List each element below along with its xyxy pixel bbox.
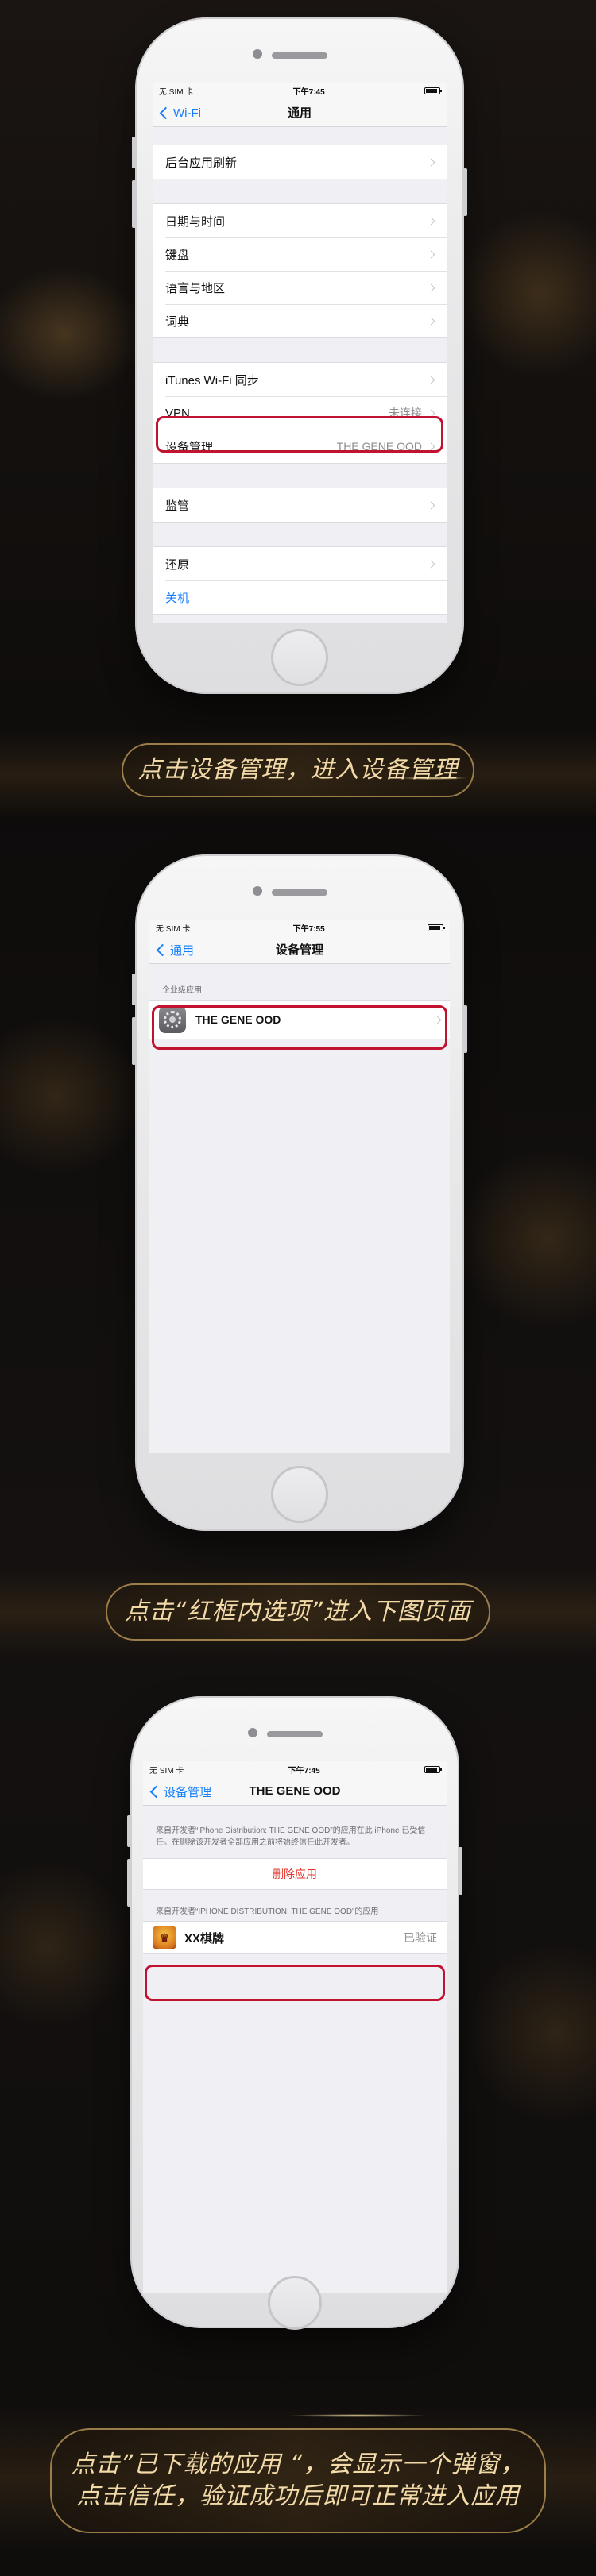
- camera-icon: [248, 1728, 257, 1737]
- status-bar: 无 SIM 卡 下午7:45: [153, 83, 447, 98]
- status-time: 下午7:45: [288, 1766, 320, 1776]
- back-label: 通用: [170, 943, 195, 958]
- speaker: [267, 1731, 323, 1737]
- row-language-region[interactable]: 语言与地区: [153, 271, 447, 304]
- status-bar: 无 SIM 卡 下午7:55: [149, 920, 450, 935]
- screen: 无 SIM 卡 下午7:45 Wi-Fi 通用 后台应用刷新 日期与时间 键盘 …: [153, 83, 447, 623]
- trust-description: 来自开发者“iPhone Distribution: THE GENE OOD”…: [156, 1826, 426, 1847]
- home-button[interactable]: [268, 2276, 322, 2330]
- row-label: iTunes Wi-Fi 同步: [165, 373, 259, 388]
- delete-app-button[interactable]: 删除应用: [143, 1858, 447, 1890]
- highlight-box: [156, 416, 443, 453]
- row-label: 后台应用刷新: [165, 156, 238, 170]
- back-button[interactable]: Wi-Fi: [159, 98, 201, 127]
- battery-icon: [424, 1765, 442, 1773]
- page-title: 设备管理: [275, 943, 323, 957]
- row-supervision[interactable]: 监管: [153, 488, 447, 522]
- caption-text-line-2: 点击信任，验证成功后即可正常进入应用: [76, 2482, 520, 2510]
- row-label: 监管: [165, 499, 190, 513]
- row-label: 日期与时间: [165, 214, 226, 229]
- highlight-box: [152, 1005, 447, 1050]
- phone-frame: 无 SIM 卡 下午7:45 设备管理 THE GENE OOD 来自开发者“i…: [127, 1696, 462, 2330]
- carrier-text: 无 SIM 卡: [156, 924, 191, 934]
- game-app-icon: ♛: [153, 1926, 176, 1949]
- home-button[interactable]: [271, 629, 328, 686]
- chevron-left-icon: [149, 1785, 163, 1798]
- screen: 无 SIM 卡 下午7:45 设备管理 THE GENE OOD 来自开发者“i…: [143, 1761, 447, 2293]
- apps-section-header: 来自开发者“IPHONE DISTRIBUTION: THE GENE OOD”…: [156, 1907, 379, 1916]
- battery-icon: [427, 924, 445, 931]
- speaker: [272, 52, 327, 59]
- row-reset[interactable]: 还原: [153, 547, 447, 580]
- row-background-app-refresh[interactable]: 后台应用刷新: [153, 145, 447, 179]
- chevron-right-icon: [427, 317, 435, 325]
- row-label: 还原: [165, 557, 190, 572]
- developer-app-row[interactable]: ♛ XX棋牌 已验证: [143, 1922, 447, 1953]
- status-bar: 无 SIM 卡 下午7:45: [143, 1761, 447, 1777]
- caption-text-line-1: 点击”已下载的应用 “，会显示一个弹窗，: [71, 2451, 525, 2478]
- back-label: Wi-Fi: [173, 106, 201, 120]
- chevron-right-icon: [427, 158, 435, 166]
- caption-text: 点击设备管理，进入设备管理: [137, 756, 459, 784]
- chevron-left-icon: [156, 943, 169, 956]
- chevron-right-icon: [427, 560, 435, 568]
- back-button[interactable]: 设备管理: [149, 1777, 211, 1806]
- chevron-right-icon: [427, 217, 435, 225]
- verified-status: 已验证: [404, 1931, 437, 1944]
- page-title: THE GENE OOD: [249, 1784, 341, 1798]
- row-label: 键盘: [165, 248, 190, 262]
- status-time: 下午7:45: [292, 87, 325, 97]
- section-header: 企业级应用: [162, 986, 202, 995]
- chevron-right-icon: [427, 376, 435, 384]
- caption-step-1: 点击设备管理，进入设备管理: [122, 743, 474, 797]
- highlight-box: [145, 1965, 445, 2001]
- caption-step-3: 点击”已下载的应用 “，会显示一个弹窗， 点击信任，验证成功后即可正常进入应用: [50, 2428, 546, 2533]
- home-button[interactable]: [271, 1466, 328, 1523]
- phone-frame: 无 SIM 卡 下午7:55 通用 设备管理 企业级应用 THE GENE OO…: [132, 854, 467, 1531]
- battery-icon: [424, 87, 442, 94]
- screen: 无 SIM 卡 下午7:55 通用 设备管理 企业级应用 THE GENE OO…: [149, 920, 450, 1453]
- back-button[interactable]: 通用: [156, 935, 194, 964]
- camera-icon: [253, 886, 262, 896]
- caption-text: 点击“红框内选项”进入下图页面: [124, 1598, 472, 1625]
- chevron-left-icon: [159, 106, 172, 119]
- row-label: 语言与地区: [165, 281, 226, 295]
- chevron-right-icon: [427, 501, 435, 509]
- row-dictionary[interactable]: 词典: [153, 304, 447, 337]
- app-name: XX棋牌: [184, 1931, 225, 1945]
- nav-bar: 通用 设备管理: [149, 935, 450, 964]
- row-itunes-sync[interactable]: iTunes Wi-Fi 同步: [153, 363, 447, 396]
- row-keyboard[interactable]: 键盘: [153, 237, 447, 271]
- row-label: 词典: [165, 314, 190, 329]
- page-title: 通用: [287, 106, 312, 120]
- back-label: 设备管理: [164, 1785, 212, 1799]
- phone-frame: 无 SIM 卡 下午7:45 Wi-Fi 通用 后台应用刷新 日期与时间 键盘 …: [132, 17, 467, 694]
- row-shutdown[interactable]: 关机: [153, 580, 447, 614]
- status-time: 下午7:55: [292, 924, 325, 934]
- nav-bar: Wi-Fi 通用: [153, 98, 447, 127]
- chevron-right-icon: [427, 283, 435, 291]
- camera-icon: [253, 49, 262, 59]
- row-label: 关机: [165, 591, 190, 605]
- speaker: [272, 889, 327, 896]
- carrier-text: 无 SIM 卡: [149, 1766, 184, 1776]
- carrier-text: 无 SIM 卡: [159, 87, 194, 97]
- caption-step-2: 点击“红框内选项”进入下图页面: [106, 1583, 490, 1641]
- chevron-right-icon: [427, 250, 435, 258]
- nav-bar: 设备管理 THE GENE OOD: [143, 1777, 447, 1806]
- row-date-time[interactable]: 日期与时间: [153, 204, 447, 237]
